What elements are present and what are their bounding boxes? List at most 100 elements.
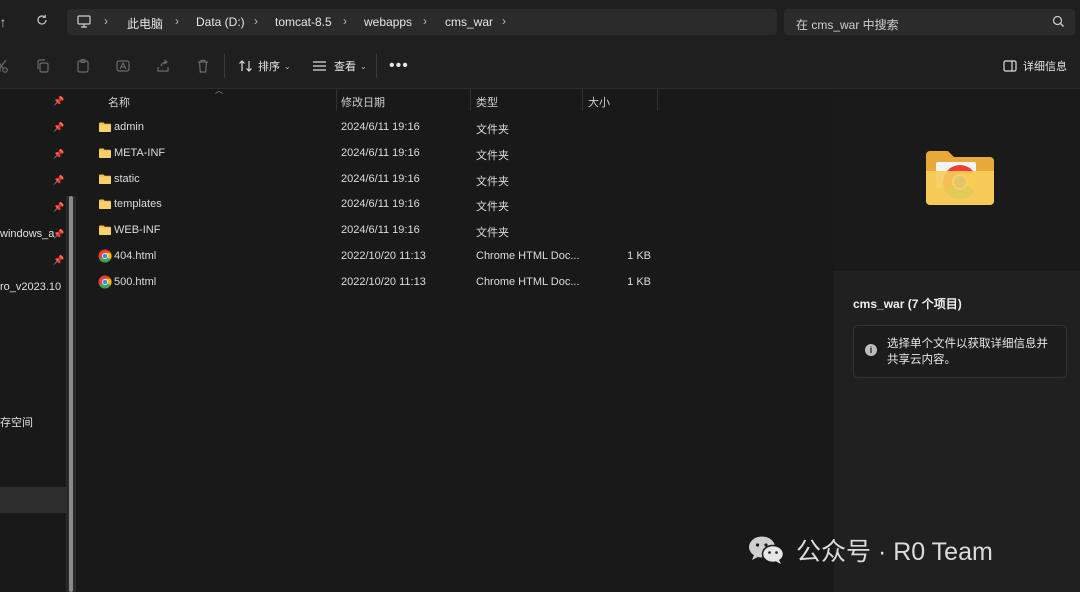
file-type: Chrome HTML Doc...: [476, 276, 580, 288]
nav-item-windows[interactable]: windows_a 📌: [0, 222, 66, 248]
up-button[interactable]: ↑: [0, 13, 12, 31]
breadcrumb-tomcat[interactable]: tomcat-8.5: [275, 15, 332, 29]
info-icon: i: [865, 344, 877, 356]
share-icon[interactable]: [155, 58, 171, 74]
watermark-text: 公众号 · R0 Team: [796, 538, 993, 566]
nav-item[interactable]: 📌: [0, 115, 66, 141]
column-size[interactable]: 大小: [588, 94, 610, 110]
breadcrumb-cms-war[interactable]: cms_war: [445, 15, 493, 29]
copy-icon[interactable]: [35, 58, 51, 74]
rename-icon[interactable]: [115, 58, 131, 74]
breadcrumb-this-pc[interactable]: 此电脑: [127, 15, 163, 32]
title-address-bar: ↑ › 此电脑 › Data (D:) › tomcat-8.5 › webap…: [0, 0, 1080, 44]
chevron-right-icon: ›: [423, 14, 427, 28]
file-name: 404.html: [114, 250, 157, 262]
details-pane-button[interactable]: 详细信息: [1003, 57, 1067, 75]
sort-indicator-icon: ︿: [215, 86, 223, 95]
refresh-icon: [37, 14, 47, 25]
column-name[interactable]: 名称: [108, 94, 130, 110]
nav-item[interactable]: 📌: [0, 168, 66, 194]
file-size: 1 KB: [627, 276, 651, 288]
nav-item-selected[interactable]: [0, 487, 66, 513]
file-type: 文件夹: [476, 227, 509, 239]
navigation-scrollbar[interactable]: [66, 196, 76, 592]
column-divider[interactable]: [336, 89, 337, 111]
chrome-file-icon: [98, 249, 112, 263]
pin-icon: 📌: [53, 122, 65, 132]
nav-item-v2023[interactable]: ro_v2023.10: [0, 275, 66, 301]
chevron-down-icon: ⌄: [284, 61, 291, 71]
file-type: 文件夹: [476, 124, 509, 136]
file-row[interactable]: 404.html 2022/10/20 11:13 Chrome HTML Do…: [80, 243, 834, 269]
delete-icon[interactable]: [195, 58, 211, 74]
column-divider[interactable]: [657, 89, 658, 111]
chrome-file-icon: [98, 275, 112, 289]
column-divider[interactable]: [582, 89, 583, 111]
more-options-button[interactable]: •••: [389, 57, 409, 75]
column-type[interactable]: 类型: [476, 94, 498, 110]
nav-item-label: ro_v2023.10: [0, 281, 62, 293]
folder-icon: [99, 122, 111, 132]
file-modified: 2022/10/20 11:13: [341, 276, 426, 288]
view-list-icon: [313, 61, 326, 71]
sort-button[interactable]: 排序 ⌄: [238, 57, 291, 75]
pin-icon: 📌: [53, 202, 65, 212]
search-input[interactable]: 在 cms_war 中搜索: [784, 9, 1075, 35]
file-row[interactable]: META-INF 2024/6/11 19:16 文件夹: [80, 140, 834, 166]
nav-item-label: windows_a: [0, 228, 55, 240]
file-type: 文件夹: [476, 201, 509, 213]
file-row[interactable]: static 2024/6/11 19:16 文件夹: [80, 166, 834, 192]
file-type: 文件夹: [476, 176, 509, 188]
details-title: cms_war (7 个项目): [853, 297, 962, 311]
wechat-logo-icon: [749, 536, 784, 564]
file-modified: 2024/6/11 19:16: [341, 147, 420, 159]
nav-item[interactable]: 📌: [0, 195, 66, 221]
sort-label: 排序: [258, 61, 280, 73]
nav-item[interactable]: 📌: [0, 142, 66, 168]
sort-icon: [239, 60, 252, 72]
info-text: 选择单个文件以获取详细信息并共享云内容。: [887, 338, 1048, 366]
chevron-right-icon: ›: [343, 14, 347, 28]
file-name: META-INF: [114, 147, 166, 159]
file-modified: 2024/6/11 19:16: [341, 121, 420, 133]
column-divider[interactable]: [470, 89, 471, 111]
pin-icon: 📌: [53, 175, 65, 185]
preview-area: [834, 89, 1080, 271]
toolbar-divider: [376, 54, 377, 78]
file-row[interactable]: templates 2024/6/11 19:16 文件夹: [80, 191, 834, 217]
command-bar: 排序 ⌄ 查看 ⌄ ••• 详细信息: [0, 44, 1080, 89]
file-name: templates: [114, 198, 162, 210]
nav-item[interactable]: 📌: [0, 89, 66, 115]
file-modified: 2022/10/20 11:13: [341, 250, 426, 262]
chevron-right-icon: ›: [175, 14, 179, 28]
pin-icon: 📌: [53, 149, 65, 159]
pin-icon: 📌: [53, 229, 65, 239]
breadcrumb-drive[interactable]: Data (D:): [196, 15, 245, 29]
paste-icon[interactable]: [75, 58, 91, 74]
cut-icon[interactable]: [0, 58, 10, 74]
file-modified: 2024/6/11 19:16: [341, 224, 420, 236]
file-row[interactable]: admin 2024/6/11 19:16 文件夹: [80, 114, 834, 140]
nav-item-storage[interactable]: 存空间: [0, 408, 66, 434]
column-modified[interactable]: 修改日期: [341, 94, 385, 110]
breadcrumb-webapps[interactable]: webapps: [364, 15, 412, 29]
refresh-button[interactable]: [33, 13, 51, 31]
scrollbar-thumb[interactable]: [69, 196, 73, 592]
view-button[interactable]: 查看 ⌄: [312, 57, 367, 75]
chevron-right-icon: ›: [254, 14, 258, 28]
folder-icon: [99, 174, 111, 184]
file-type: 文件夹: [476, 150, 509, 162]
column-header: ︿ 名称 修改日期 类型 大小: [80, 86, 834, 111]
file-name: static: [114, 173, 140, 185]
chevron-right-icon[interactable]: ›: [502, 14, 506, 28]
folder-icon: [99, 225, 111, 235]
pin-icon: 📌: [53, 96, 65, 106]
file-row[interactable]: WEB-INF 2024/6/11 19:16 文件夹: [80, 217, 834, 243]
folder-icon: [99, 199, 111, 209]
toolbar-divider: [224, 54, 225, 78]
nav-item[interactable]: 📌: [0, 248, 66, 274]
file-row[interactable]: 500.html 2022/10/20 11:13 Chrome HTML Do…: [80, 269, 834, 295]
address-bar[interactable]: › 此电脑 › Data (D:) › tomcat-8.5 › webapps…: [67, 9, 777, 35]
file-name: admin: [114, 121, 144, 133]
file-list: ︿ 名称 修改日期 类型 大小 admin 2024/6/11 19:16 文件…: [80, 86, 834, 592]
